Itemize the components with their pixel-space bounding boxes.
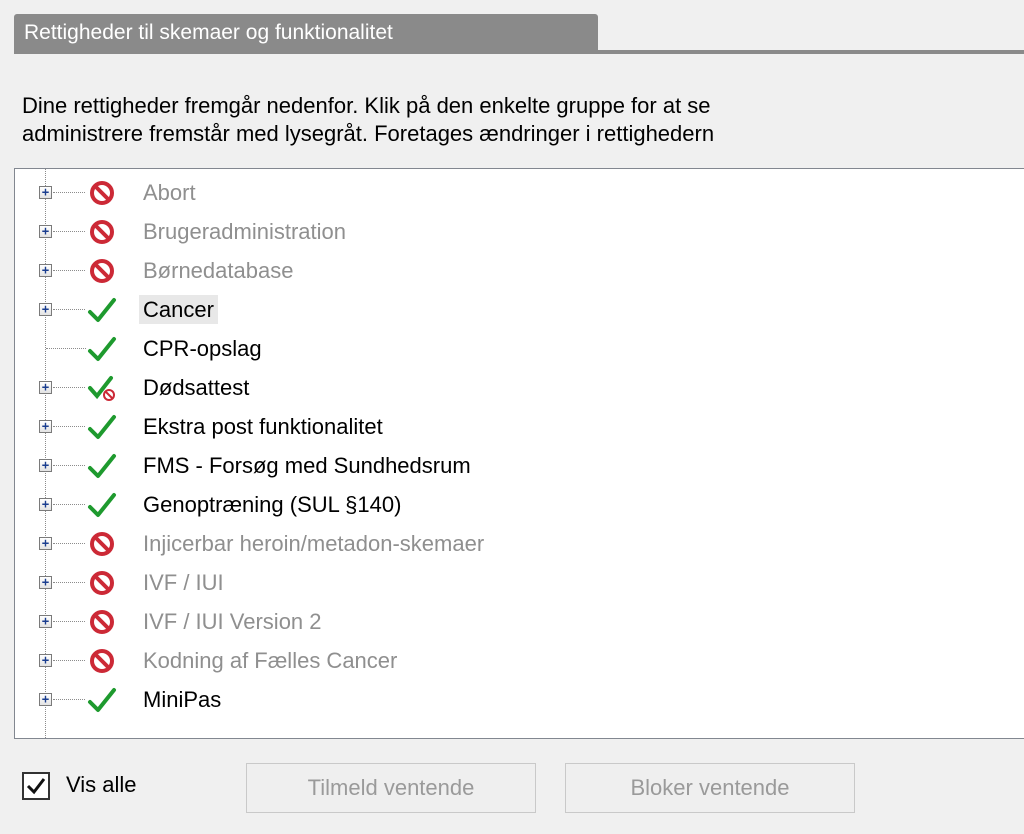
tree-connector (53, 582, 85, 583)
permissions-panel: Rettigheder til skemaer og funktionalite… (0, 0, 1024, 834)
group-title: Rettigheder til skemaer og funktionalite… (14, 14, 598, 52)
tree-connector (53, 465, 85, 466)
tree-item[interactable]: + Abort (15, 173, 1015, 212)
expand-icon[interactable]: + (39, 186, 52, 199)
expand-icon[interactable]: + (39, 654, 52, 667)
expand-icon[interactable]: + (39, 264, 52, 277)
tree-item[interactable]: + MiniPas (15, 680, 1015, 719)
tree-item-label[interactable]: Ekstra post funktionalitet (139, 412, 387, 441)
show-all-checkbox[interactable] (22, 772, 50, 800)
tree-item-label[interactable]: IVF / IUI Version 2 (139, 607, 326, 636)
tree-connector (53, 192, 85, 193)
description-line-2: administrere fremstår med lysegråt. Fore… (22, 121, 715, 146)
expand-icon[interactable]: + (39, 576, 52, 589)
tree-item-label[interactable]: IVF / IUI (139, 568, 228, 597)
tree-item-label[interactable]: FMS - Forsøg med Sundhedsrum (139, 451, 475, 480)
tree-item-label[interactable]: Genoptræning (SUL §140) (139, 490, 405, 519)
description-line-1: Dine rettigheder fremgår nedenfor. Klik … (22, 93, 711, 118)
tree-item[interactable]: + FMS - Forsøg med Sundhedsrum (15, 446, 1015, 485)
checkmark-icon (87, 685, 117, 715)
tree-item[interactable]: CPR-opslag (15, 329, 1015, 368)
tree-item[interactable]: + IVF / IUI Version 2 (15, 602, 1015, 641)
group-divider (14, 50, 1024, 54)
expand-icon[interactable]: + (39, 693, 52, 706)
tree-item-label[interactable]: Injicerbar heroin/metadon-skemaer (139, 529, 488, 558)
prohibited-icon (87, 256, 117, 286)
prohibited-icon (87, 607, 117, 637)
tree-item[interactable]: + IVF / IUI (15, 563, 1015, 602)
tree-item[interactable]: + Dødsattest (15, 368, 1015, 407)
tree-connector (53, 504, 85, 505)
tree-item-label[interactable]: Cancer (139, 295, 218, 324)
tree-item[interactable]: + Brugeradministration (15, 212, 1015, 251)
expand-icon[interactable]: + (39, 420, 52, 433)
expand-icon[interactable]: + (39, 498, 52, 511)
tree-connector (53, 270, 85, 271)
expand-icon[interactable]: + (39, 459, 52, 472)
tree-item-label[interactable]: Kodning af Fælles Cancer (139, 646, 401, 675)
expand-icon[interactable]: + (39, 537, 52, 550)
checkbox-check-icon (26, 778, 46, 795)
tree-connector (46, 348, 86, 349)
block-pending-button[interactable]: Bloker ventende (565, 763, 855, 813)
tree-connector (53, 621, 85, 622)
checkmark-icon (87, 334, 117, 364)
tree-connector (53, 543, 85, 544)
expand-icon[interactable]: + (39, 615, 52, 628)
tree-item[interactable]: + Injicerbar heroin/metadon-skemaer (15, 524, 1015, 563)
tree-item[interactable]: + Kodning af Fælles Cancer (15, 641, 1015, 680)
show-all-label[interactable]: Vis alle (66, 772, 137, 798)
tree-item-label[interactable]: Dødsattest (139, 373, 253, 402)
tree-item-label[interactable]: Brugeradministration (139, 217, 350, 246)
tree-item[interactable]: + Genoptræning (SUL §140) (15, 485, 1015, 524)
tree-connector (53, 387, 85, 388)
enroll-pending-button[interactable]: Tilmeld ventende (246, 763, 536, 813)
checkmark-icon (87, 451, 117, 481)
tree-item[interactable]: + Ekstra post funktionalitet (15, 407, 1015, 446)
tree-item[interactable]: + Cancer (15, 290, 1015, 329)
prohibited-icon (87, 568, 117, 598)
tree-connector (53, 309, 85, 310)
checkmark-icon (87, 490, 117, 520)
prohibited-icon (87, 529, 117, 559)
tree-connector (53, 426, 85, 427)
tree-item[interactable]: + Børnedatabase (15, 251, 1015, 290)
tree-connector (53, 699, 85, 700)
tree-item-label[interactable]: CPR-opslag (139, 334, 266, 363)
description-text: Dine rettigheder fremgår nedenfor. Klik … (22, 92, 1024, 148)
tree-item-label[interactable]: MiniPas (139, 685, 225, 714)
tree-item-label[interactable]: Børnedatabase (139, 256, 297, 285)
partial-checkmark-icon (87, 373, 117, 403)
permissions-tree[interactable]: + Abort + Brugeradministration + Børnedatabas… (14, 168, 1024, 739)
checkmark-icon (87, 295, 117, 325)
checkmark-icon (87, 412, 117, 442)
expand-icon[interactable]: + (39, 225, 52, 238)
prohibited-icon (87, 646, 117, 676)
expand-icon[interactable]: + (39, 381, 52, 394)
tree-connector (53, 231, 85, 232)
tree-connector (53, 660, 85, 661)
expand-icon[interactable]: + (39, 303, 52, 316)
prohibited-icon (87, 217, 117, 247)
prohibited-icon (87, 178, 117, 208)
tree-item-label[interactable]: Abort (139, 178, 200, 207)
